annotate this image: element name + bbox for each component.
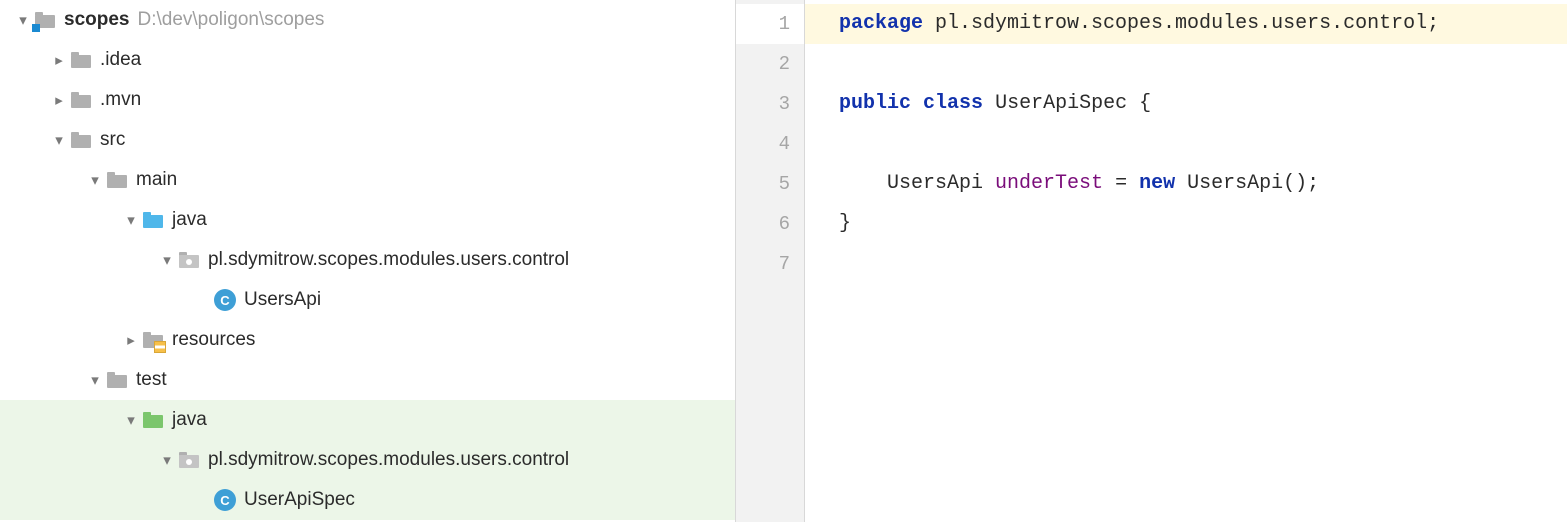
tree-node-src[interactable]: ▾ src <box>0 120 735 160</box>
gutter-line[interactable]: 3 <box>736 84 804 124</box>
chevron-right-icon[interactable]: ▸ <box>120 331 142 349</box>
editor-gutter[interactable]: 1 2 3 4 5 6 7 <box>735 0 805 522</box>
module-folder-icon <box>34 9 56 31</box>
tree-node-test[interactable]: ▾ test <box>0 360 735 400</box>
tree-node-userapispec[interactable]: ▸ C UserApiSpec <box>0 480 735 520</box>
folder-icon <box>70 89 92 111</box>
resources-folder-icon <box>142 329 164 351</box>
gutter-line[interactable]: 1 <box>736 4 804 44</box>
package-icon <box>178 249 200 271</box>
constructor-call: UsersApi(); <box>1175 172 1319 195</box>
project-tree[interactable]: ▾ scopes D:\dev\poligon\scopes ▸ .idea ▸… <box>0 0 735 522</box>
chevron-down-icon[interactable]: ▾ <box>84 171 106 189</box>
tree-node-resources[interactable]: ▸ resources <box>0 320 735 360</box>
tree-node-java-main[interactable]: ▾ java <box>0 200 735 240</box>
field-name: underTest <box>995 172 1103 195</box>
code-line[interactable] <box>805 124 1567 164</box>
tree-node-usersapi[interactable]: ▸ C UsersApi <box>0 280 735 320</box>
source-folder-icon <box>142 209 164 231</box>
tree-label: java <box>172 409 207 431</box>
gutter-line[interactable]: 4 <box>736 124 804 164</box>
code-line[interactable]: } <box>805 204 1567 244</box>
class-name: UserApiSpec <box>995 92 1127 115</box>
package-icon <box>178 449 200 471</box>
chevron-right-icon[interactable]: ▸ <box>48 91 70 109</box>
tree-label: pl.sdymitrow.scopes.modules.users.contro… <box>208 249 569 271</box>
code-line[interactable]: public class UserApiSpec { <box>805 84 1567 124</box>
folder-icon <box>106 169 128 191</box>
chevron-down-icon[interactable]: ▾ <box>84 371 106 389</box>
code-editor[interactable]: package pl.sdymitrow.scopes.modules.user… <box>805 0 1567 522</box>
chevron-down-icon[interactable]: ▾ <box>156 451 178 469</box>
gutter-line[interactable]: 2 <box>736 44 804 84</box>
folder-icon <box>106 369 128 391</box>
tree-label: pl.sdymitrow.scopes.modules.users.contro… <box>208 449 569 471</box>
tree-label: main <box>136 169 177 191</box>
tree-node-idea[interactable]: ▸ .idea <box>0 40 735 80</box>
tree-label: UsersApi <box>244 289 321 311</box>
tree-node-pkg-test[interactable]: ▾ pl.sdymitrow.scopes.modules.users.cont… <box>0 440 735 480</box>
gutter-line[interactable]: 5 <box>736 164 804 204</box>
chevron-down-icon[interactable]: ▾ <box>120 211 142 229</box>
tree-label: java <box>172 209 207 231</box>
tree-label: test <box>136 369 167 391</box>
chevron-right-icon[interactable]: ▸ <box>48 51 70 69</box>
class-icon: C <box>214 489 236 511</box>
tree-label: src <box>100 129 125 151</box>
code-line[interactable]: package pl.sdymitrow.scopes.modules.user… <box>805 4 1567 44</box>
gutter-line[interactable]: 7 <box>736 244 804 284</box>
chevron-down-icon[interactable]: ▾ <box>120 411 142 429</box>
tree-path: D:\dev\poligon\scopes <box>137 9 324 31</box>
tree-node-pkg-main[interactable]: ▾ pl.sdymitrow.scopes.modules.users.cont… <box>0 240 735 280</box>
class-icon: C <box>214 289 236 311</box>
tree-label: .mvn <box>100 89 141 111</box>
folder-icon <box>70 49 92 71</box>
code-line[interactable] <box>805 244 1567 284</box>
type-ref: UsersApi <box>887 172 983 195</box>
package-path: pl.sdymitrow.scopes.modules.users.contro… <box>923 12 1439 35</box>
keyword: new <box>1139 172 1175 195</box>
chevron-down-icon[interactable]: ▾ <box>12 11 34 29</box>
keyword: class <box>923 92 983 115</box>
tree-node-main[interactable]: ▾ main <box>0 160 735 200</box>
tree-node-mvn[interactable]: ▸ .mvn <box>0 80 735 120</box>
tree-node-java-test[interactable]: ▾ java <box>0 400 735 440</box>
gutter-line[interactable]: 6 <box>736 204 804 244</box>
tree-label: scopes <box>64 9 129 31</box>
chevron-down-icon[interactable]: ▾ <box>48 131 70 149</box>
keyword: package <box>839 12 923 35</box>
tree-label: .idea <box>100 49 141 71</box>
code-line[interactable] <box>805 44 1567 84</box>
tree-node-root[interactable]: ▾ scopes D:\dev\poligon\scopes <box>0 0 735 40</box>
folder-icon <box>70 129 92 151</box>
code-line[interactable]: UsersApi underTest = new UsersApi(); <box>805 164 1567 204</box>
chevron-down-icon[interactable]: ▾ <box>156 251 178 269</box>
test-folder-icon <box>142 409 164 431</box>
tree-label: resources <box>172 329 255 351</box>
keyword: public <box>839 92 911 115</box>
tree-label: UserApiSpec <box>244 489 355 511</box>
